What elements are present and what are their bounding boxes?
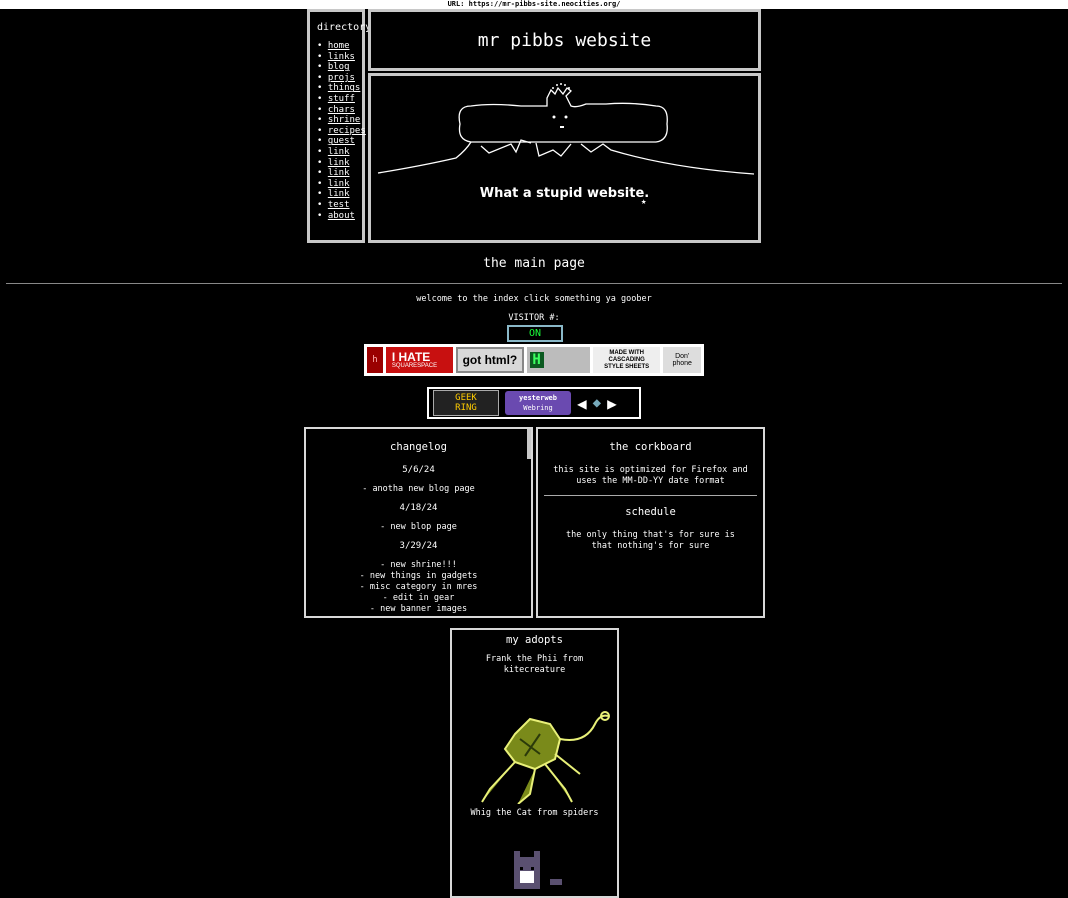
phone-button[interactable]: Don' phone (663, 347, 701, 373)
got-html-label: got html? (462, 353, 518, 367)
visitor-counter: ON (507, 325, 563, 342)
yesterweb-button[interactable]: yesterweb Webring (505, 391, 571, 415)
nav-link-4[interactable]: link (328, 179, 350, 189)
i-hate-squarespace-button[interactable]: I HATE SQUARESPACE (385, 347, 454, 373)
schedule-text: the only thing that's for sure is that n… (566, 530, 735, 551)
hate-sub-label: SQUARESPACE (391, 362, 438, 369)
frank-adopt-image (480, 711, 610, 804)
nav-link-blog[interactable]: blog (328, 62, 350, 72)
css-button[interactable]: MADE WITH CASCADING STYLE SHEETS (593, 347, 661, 373)
adopts-panel: my adopts Frank the Phii from kitecreatu… (450, 628, 619, 898)
css-line-1: MADE WITH (609, 349, 645, 356)
nav-link-guest[interactable]: guest (328, 136, 355, 146)
nav-link-stuff[interactable]: stuff (328, 94, 355, 104)
whig-cat-image (513, 851, 562, 889)
changelog-panel: changelog 5/6/24 - anotha new blog page … (304, 427, 533, 618)
changelog-date: 3/29/24 (399, 541, 438, 551)
prev-arrow-icon[interactable]: ◀ (577, 394, 587, 413)
corkboard-title: the corkboard (609, 441, 692, 453)
nav-item[interactable]: stuff (317, 94, 362, 105)
changelog-line: - misc category in mres (359, 582, 478, 592)
url-bar: URL: https://mr-pibbs-site.neocities.org… (0, 0, 1068, 9)
changelog-line: - edit in gear (382, 593, 455, 603)
next-arrow-icon[interactable]: ▶ (607, 394, 617, 413)
nav-link-3[interactable]: link (328, 168, 350, 178)
corkboard-divider (544, 495, 757, 496)
nav-link-1[interactable]: link (328, 147, 350, 157)
changelog-item: - new blop page (380, 522, 457, 532)
directory-title: directory (317, 22, 372, 33)
changelog-item: - new shrine!!! - new things in gadgets … (312, 560, 525, 615)
css-line-2: CASCADING (608, 356, 645, 363)
nav-link-home[interactable]: home (328, 41, 350, 51)
nav-link-projs[interactable]: projs (328, 73, 355, 83)
globe-icon[interactable]: ◆ (593, 395, 601, 411)
nav-item[interactable]: links (317, 52, 362, 63)
site-title: mr pibbs website (477, 29, 652, 51)
phone-line-2: phone (672, 360, 692, 367)
nav-link-links[interactable]: links (328, 52, 355, 62)
nav-item[interactable]: chars (317, 105, 362, 116)
nav-link-2[interactable]: link (328, 158, 350, 168)
red-stamp-button[interactable]: h (367, 347, 383, 373)
adopts-title: my adopts (506, 634, 563, 646)
nav-item[interactable]: guest (317, 136, 362, 147)
neocities-button[interactable]: H (526, 347, 591, 373)
banner: ★ What a stupid website. (368, 73, 761, 243)
nav-item[interactable]: link (317, 158, 362, 169)
hate-label: I HATE (391, 349, 431, 364)
geek-ring-line-1: GEEK (455, 393, 477, 403)
nav-link-5[interactable]: link (328, 189, 350, 199)
css-line-3: STYLE SHEETS (604, 363, 650, 370)
nav-item[interactable]: things (317, 83, 362, 94)
got-html-button[interactable]: got html? (456, 347, 524, 373)
nav-item[interactable]: shrine (317, 115, 362, 126)
nav-item[interactable]: about (317, 211, 362, 222)
changelog-line: - new shrine!!! (380, 560, 457, 570)
directory-list: home links blog projs things stuff chars… (317, 41, 366, 222)
nav-item[interactable]: projs (317, 73, 362, 84)
page-heading: the main page (483, 256, 585, 271)
corkboard-note: this site is optimized for Firefox and u… (553, 465, 748, 486)
yesterweb-label: yesterweb (519, 394, 557, 402)
changelog-date: 4/18/24 (399, 503, 438, 513)
webring-bar: GEEK RING yesterweb Webring ◀ ◆ ▶ (427, 387, 641, 419)
banner-drawing: ★ (377, 83, 755, 207)
nav-item[interactable]: link (317, 147, 362, 158)
nav-item[interactable]: recipes (317, 126, 366, 137)
phone-line-1: Don' (675, 353, 690, 360)
nav-item[interactable]: link (317, 179, 362, 190)
changelog-title: changelog (390, 441, 447, 453)
changelog-date: 5/6/24 (402, 465, 435, 475)
changelog-item: - anotha new blog page (362, 484, 475, 494)
schedule-title: schedule (625, 506, 676, 518)
nav-item[interactable]: link (317, 168, 362, 179)
corkboard-panel: the corkboard this site is optimized for… (536, 427, 765, 618)
nav-link-chars[interactable]: chars (328, 105, 355, 115)
h-logo-icon: H (529, 352, 544, 368)
nav-link-recipes[interactable]: recipes (328, 126, 366, 136)
directory-nav: directory home links blog projs things s… (307, 9, 372, 243)
site-header: mr pibbs website (368, 9, 761, 71)
nav-link-test[interactable]: test (328, 200, 350, 210)
adopt-frank-caption: Frank the Phii from kitecreature (485, 654, 584, 675)
yesterweb-sub-label: Webring (523, 404, 553, 412)
divider (6, 283, 1062, 284)
nav-item[interactable]: home (317, 41, 362, 52)
nav-link-about[interactable]: about (328, 211, 355, 221)
button-row: h I HATE SQUARESPACE got html? H MADE WI… (364, 344, 704, 376)
nav-link-things[interactable]: things (328, 83, 361, 93)
nav-item[interactable]: blog (317, 62, 362, 73)
nav-link-shrine[interactable]: shrine (328, 115, 361, 125)
geek-ring-button[interactable]: GEEK RING (433, 390, 499, 416)
adopt-whig-caption: Whig the Cat from spiders (470, 808, 599, 818)
changelog-line: - new things in gadgets (359, 571, 478, 581)
geek-ring-line-2: RING (455, 403, 477, 413)
visitor-label: VISITOR #: (508, 313, 560, 323)
changelog-line: - new banner images (369, 604, 468, 614)
banner-caption: What a stupid website. (479, 186, 650, 201)
welcome-text: welcome to the index click something ya … (416, 294, 652, 304)
nav-item[interactable]: test (317, 200, 362, 211)
nav-item[interactable]: link (317, 189, 362, 200)
